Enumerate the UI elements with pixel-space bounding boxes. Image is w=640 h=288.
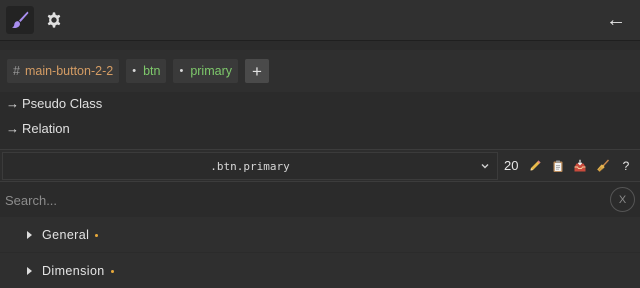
broom-icon xyxy=(597,159,610,172)
pseudo-class-toggle[interactable]: → Pseudo Class xyxy=(6,93,102,113)
rule-count: 20 xyxy=(504,158,519,173)
arrow-right-icon: → xyxy=(6,95,19,111)
property-search: X xyxy=(0,183,640,217)
help-icon: ? xyxy=(622,159,630,173)
hash-icon: # xyxy=(13,64,20,78)
inbox-tray-icon xyxy=(574,159,586,172)
settings-button[interactable] xyxy=(40,6,68,34)
selector-tags: # main-button-2-2 • btn • primary + xyxy=(0,50,640,92)
sector-general[interactable]: General xyxy=(0,217,640,252)
top-toolbar: ← xyxy=(0,0,640,41)
arrow-right-icon: → xyxy=(6,120,19,136)
sector-label: General xyxy=(42,227,90,242)
caret-right-icon xyxy=(27,266,32,275)
search-input[interactable] xyxy=(0,183,600,217)
state-select-value: .btn.primary xyxy=(210,159,290,173)
clear-styles-button[interactable] xyxy=(595,158,611,174)
class-active-indicator[interactable]: • xyxy=(179,65,183,77)
id-selector-tag[interactable]: # main-button-2-2 xyxy=(7,59,120,83)
gear-icon xyxy=(47,12,61,28)
class-selector-tag[interactable]: • btn xyxy=(126,59,167,83)
class-selector-label: primary xyxy=(190,64,232,78)
state-select[interactable]: .btn.primary xyxy=(2,152,498,180)
paint-brush-icon xyxy=(12,11,29,29)
pseudo-class-label: Pseudo Class xyxy=(22,95,103,111)
style-manager-button[interactable] xyxy=(6,6,34,34)
add-selector-button[interactable]: + xyxy=(244,59,269,83)
copy-button[interactable] xyxy=(550,158,566,174)
plus-icon: + xyxy=(252,61,262,81)
paste-button[interactable] xyxy=(572,158,588,174)
caret-right-icon xyxy=(27,230,32,239)
pencil-icon xyxy=(530,160,541,171)
modified-indicator xyxy=(95,233,99,237)
back-arrow-icon: ← xyxy=(606,9,626,31)
clear-search-button[interactable]: X xyxy=(610,187,635,212)
back-button[interactable]: ← xyxy=(604,8,628,32)
edit-button[interactable] xyxy=(527,158,543,174)
clipboard-icon xyxy=(553,160,563,172)
modified-indicator xyxy=(110,269,114,273)
selector-state-bar: .btn.primary 20 ? xyxy=(0,149,640,182)
chevron-down-icon xyxy=(481,164,489,169)
relation-toggle[interactable]: → Relation xyxy=(6,118,70,138)
close-icon: X xyxy=(618,193,627,206)
relation-label: Relation xyxy=(22,120,70,136)
class-selector-label: btn xyxy=(143,64,161,78)
help-button[interactable]: ? xyxy=(618,158,634,174)
class-selector-tag[interactable]: • primary xyxy=(173,59,238,83)
sector-label: Dimension xyxy=(42,263,105,278)
id-selector-label: main-button-2-2 xyxy=(24,64,114,78)
sector-dimension[interactable]: Dimension xyxy=(0,253,640,288)
class-active-indicator[interactable]: • xyxy=(132,65,136,77)
